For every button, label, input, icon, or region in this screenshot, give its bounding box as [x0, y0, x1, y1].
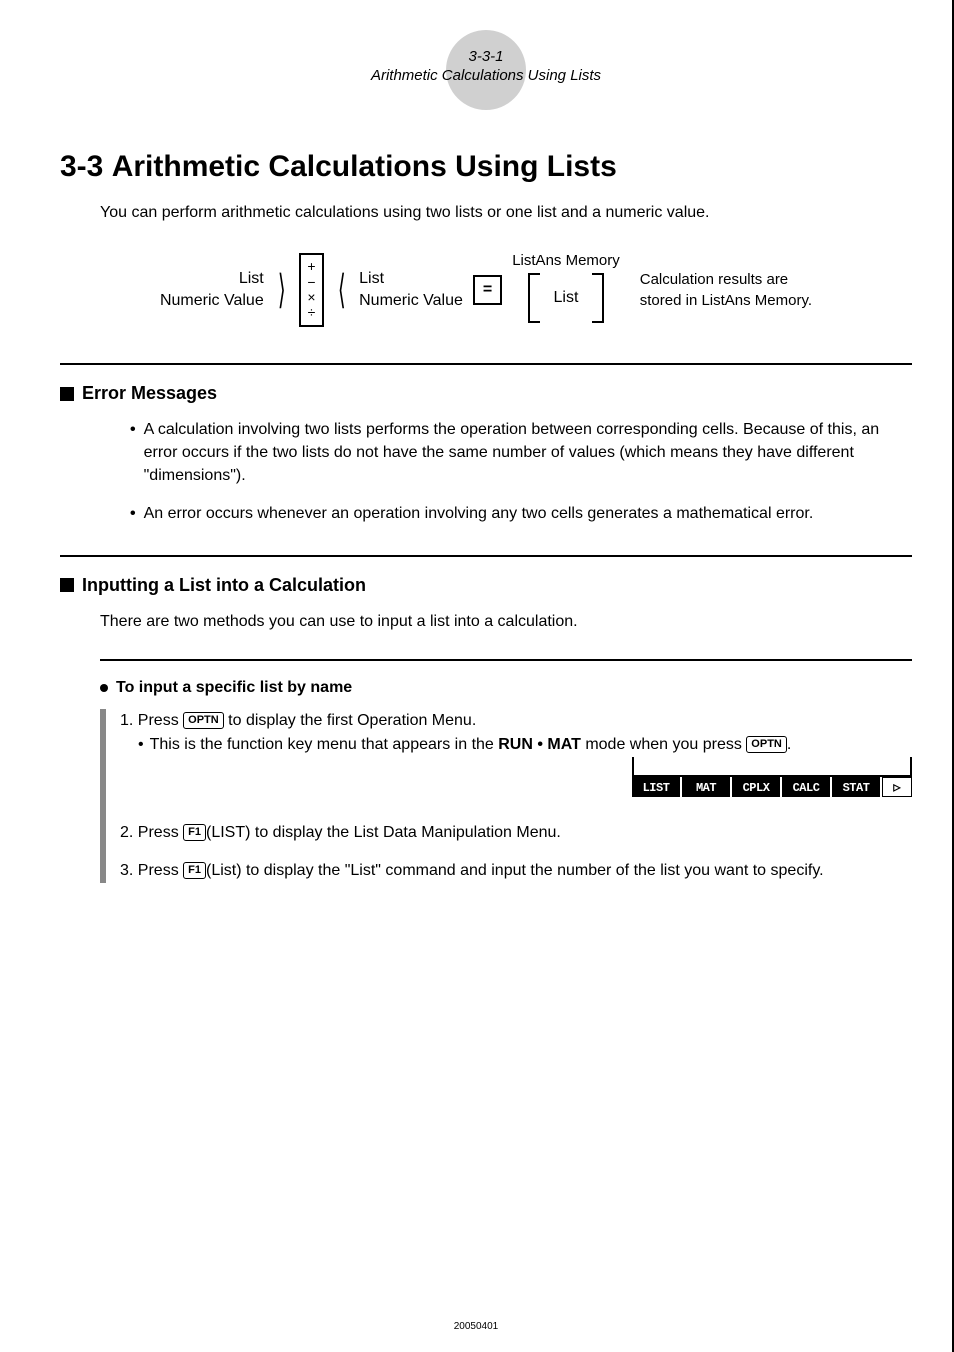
operand-list-label: List	[160, 268, 264, 290]
intro-paragraph: You can perform arithmetic calculations …	[100, 204, 912, 222]
subsection-title: To input a specific list by name	[116, 679, 352, 697]
menu-more-arrow-icon: ▷	[882, 777, 912, 797]
section-error-messages-title: Error Messages	[82, 383, 217, 404]
function-key-menu-screenshot: LIST MAT CPLX CALC STAT ▷	[632, 775, 912, 797]
page-number-top: 3-3-1	[60, 30, 912, 65]
f1-key-icon: F1	[183, 824, 206, 841]
operand2-list-label: List	[359, 268, 463, 290]
listans-memory-label: ListAns Memory	[512, 252, 620, 269]
error-bullet-2: An error occurs whenever an operation in…	[144, 502, 814, 525]
chapter-title: 3-3 Arithmetic Calculations Using Lists	[60, 150, 912, 184]
divider	[100, 659, 912, 661]
operators-box: + − × ÷	[299, 253, 323, 327]
divider	[60, 555, 912, 557]
section-inputting-title: Inputting a List into a Calculation	[82, 575, 366, 596]
dot-bullet-icon	[100, 684, 108, 692]
optn-key-icon: OPTN	[746, 736, 787, 753]
brace-left-icon: ⟩	[278, 280, 286, 300]
menu-stat: STAT	[832, 777, 880, 797]
equals-box: =	[473, 275, 502, 305]
square-bullet-icon	[60, 387, 74, 401]
menu-calc: CALC	[782, 777, 830, 797]
bullet-icon: •	[130, 502, 136, 525]
operand2-numeric-label: Numeric Value	[359, 290, 463, 312]
listans-content: List	[540, 289, 593, 307]
footer-code: 20050401	[0, 1321, 952, 1332]
f1-key-icon: F1	[183, 862, 206, 879]
step-2: 2. Press F1(LIST) to display the List Da…	[120, 821, 912, 845]
optn-key-icon: OPTN	[183, 712, 224, 729]
calculation-diagram: List Numeric Value ⟩ + − × ÷ ⟨ List Nume…	[60, 252, 912, 328]
result-note-line1: Calculation results are	[640, 269, 812, 290]
menu-list: LIST	[632, 777, 680, 797]
brace-right-icon: ⟨	[337, 280, 345, 300]
error-bullet-1: A calculation involving two lists perfor…	[144, 418, 912, 488]
bullet-icon: •	[138, 733, 144, 757]
running-title: Arithmetic Calculations Using Lists	[60, 67, 912, 84]
menu-cplx: CPLX	[732, 777, 780, 797]
section-inputting-desc: There are two methods you can use to inp…	[100, 610, 912, 633]
step-1: 1. Press OPTN to display the first Opera…	[120, 709, 912, 757]
bullet-icon: •	[130, 418, 136, 488]
step-1-sub: This is the function key menu that appea…	[150, 733, 792, 757]
step-3: 3. Press F1(List) to display the "List" …	[120, 859, 912, 883]
menu-mat: MAT	[682, 777, 730, 797]
square-bullet-icon	[60, 578, 74, 592]
result-note-line2: stored in ListAns Memory.	[640, 290, 812, 311]
running-header: 3-3-1 Arithmetic Calculations Using List…	[60, 30, 912, 110]
divider	[60, 363, 912, 365]
operand-numeric-label: Numeric Value	[160, 290, 264, 312]
